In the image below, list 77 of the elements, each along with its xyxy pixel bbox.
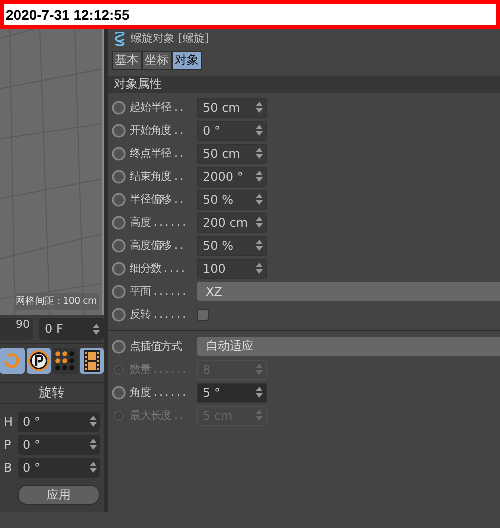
property-label: 反转 . . . . . . [130,307,187,322]
keyframe-radio-icon[interactable] [112,284,126,298]
keyframe-radio-icon[interactable] [112,216,126,230]
spinner-icon[interactable] [256,263,263,274]
property-label: 细分数 . . . . [130,261,186,276]
spinner-icon[interactable] [90,439,97,450]
object-title: 螺旋对象 [螺旋] [131,31,210,46]
property-label: 半径偏移 . . [130,192,184,207]
keyframe-radio-icon[interactable] [112,238,126,252]
number-field[interactable]: 50 cm [197,98,267,118]
number-field[interactable]: 50 % [197,236,267,256]
timestamp-bar: 2020-7-31 12:12:55 [0,0,500,29]
number-field[interactable]: 50 cm [197,144,267,164]
number-field[interactable]: 0 ° [197,120,267,140]
tab[interactable]: 坐标 [142,51,172,70]
film-strip-icon [84,350,100,372]
dropdown[interactable]: 自动适应 [197,337,500,356]
spinner-icon[interactable] [256,387,263,398]
number-field[interactable]: 2000 ° [197,166,267,186]
parking-icon [28,350,50,372]
keyframe-radio-icon[interactable] [112,308,126,322]
keyframe-radio-icon[interactable] [114,410,124,420]
checkbox[interactable] [197,308,209,320]
spinner-icon[interactable] [256,125,263,136]
number-field[interactable]: 200 cm [197,212,267,232]
spring-icon [115,32,125,46]
spinner-icon[interactable] [256,102,263,113]
toolbar-button[interactable] [80,348,104,374]
keyframe-radio-icon[interactable] [112,124,126,138]
section-header: 对象属性 [108,76,500,93]
keyframe-radio-icon[interactable] [112,340,126,354]
property-label: 点插值方式 [130,339,184,354]
spinner-icon[interactable] [256,240,263,251]
axis-label: B [4,460,14,474]
axis-label: H [4,414,14,428]
property-label: 结束角度 . . [130,169,184,184]
property-label: 终点半径 . . [130,146,184,161]
tab[interactable]: 对象 [172,51,202,70]
spinner-icon[interactable] [256,217,263,228]
apply-button[interactable]: 应用 [18,485,100,505]
timeline-ruler[interactable]: 90 [0,318,33,340]
property-label: 开始角度 . . [130,123,184,138]
property-label: 高度偏移 . . [130,238,184,253]
keyframe-radio-icon[interactable] [112,386,126,400]
viewport[interactable]: 网格间距 : 100 cm [0,29,104,315]
rotation-header: 旋转 [0,382,104,404]
spinner-icon[interactable] [90,462,97,473]
number-field[interactable]: 100 [197,258,267,278]
spinner-icon[interactable] [256,194,263,205]
property-label: 起始半径 . . [130,100,184,115]
frame-field[interactable]: 0 F [39,318,104,340]
property-label: 角度 . . . . . . [130,385,187,400]
dots-grid-icon [55,351,76,371]
tab[interactable]: 基本 [112,51,142,70]
keyframe-radio-icon[interactable] [112,100,126,114]
axis-label: P [4,438,12,452]
rotation-field[interactable]: 0 ° [18,458,100,478]
keyframe-radio-icon[interactable] [112,262,126,276]
dropdown[interactable]: XZ [197,282,500,301]
toolbar-button[interactable] [26,348,51,374]
toolbar-button[interactable] [53,348,78,374]
keyframe-radio-icon[interactable] [112,146,126,160]
property-label: 高度 . . . . . . [130,215,187,230]
keyframe-radio-icon[interactable] [112,170,126,184]
keyframe-radio-icon[interactable] [112,192,126,206]
rotate-icon [2,351,22,371]
number-field[interactable]: 50 % [197,190,267,210]
number-field[interactable]: 5 ° [197,382,267,402]
rotation-field[interactable]: 0 ° [18,412,100,432]
grid-spacing-label: 网格间距 : 100 cm [14,293,99,310]
spinner-icon[interactable] [256,148,263,159]
keyframe-radio-icon[interactable] [114,364,124,374]
spinner-icon[interactable] [93,324,100,334]
spinner-icon[interactable] [256,171,263,182]
rotation-field[interactable]: 0 ° [18,434,100,454]
property-label: 平面 . . . . . . [130,284,187,299]
spinner-icon[interactable] [90,416,97,427]
